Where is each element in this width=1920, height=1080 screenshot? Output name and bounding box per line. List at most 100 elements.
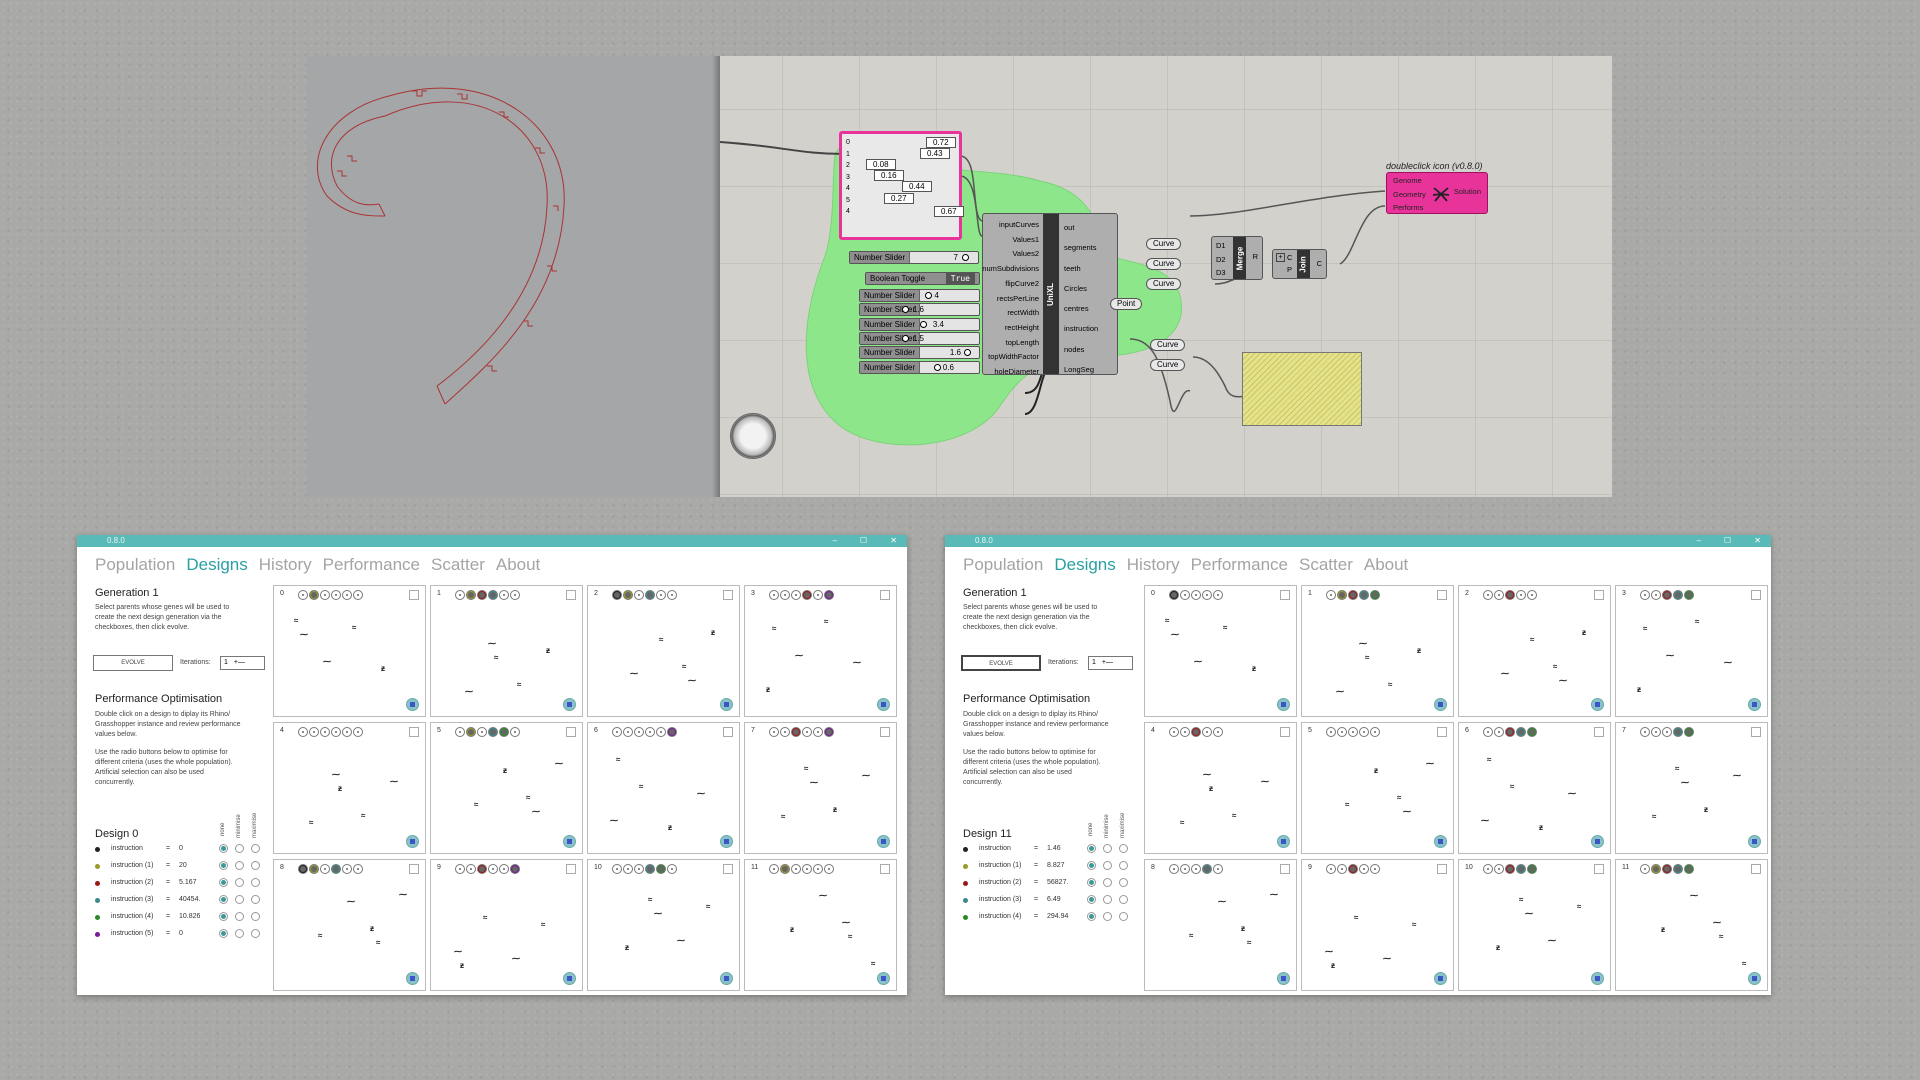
gene-toggle-icon[interactable] (769, 727, 779, 737)
gene-toggle-icon[interactable] (791, 864, 801, 874)
gene-toggle-icon[interactable] (1337, 727, 1347, 737)
radio-maximise[interactable] (1119, 844, 1128, 853)
gene-toggle-icon[interactable] (645, 727, 655, 737)
display-design-icon[interactable] (1277, 972, 1290, 985)
design-cell[interactable]: 9 ⁓ ≈ ⁓ ≈ ᵶ (1301, 859, 1454, 991)
design-cell[interactable]: 11 ⁓ ≈ ᵶ ⁓ ≈ (1615, 859, 1768, 991)
gene-toggle-icon[interactable] (1180, 864, 1190, 874)
display-design-icon[interactable] (1591, 835, 1604, 848)
gene-toggle-icon[interactable] (1213, 727, 1223, 737)
maximize-icon[interactable]: ☐ (1724, 535, 1731, 547)
number-slider-3[interactable]: Number Slider 3.4 (859, 318, 980, 331)
display-design-icon[interactable] (1434, 835, 1447, 848)
select-parent-checkbox[interactable] (1594, 590, 1604, 600)
number-slider-6[interactable]: Number Slider 0.6 (859, 361, 980, 374)
gene-toggle-icon[interactable] (612, 590, 622, 600)
gene-toggle-icon[interactable] (1483, 864, 1493, 874)
tab-about[interactable]: About (1364, 555, 1408, 574)
display-design-icon[interactable] (720, 972, 733, 985)
close-icon[interactable]: ✕ (1754, 535, 1761, 547)
gene-toggle-icon[interactable] (1494, 864, 1504, 874)
select-parent-checkbox[interactable] (723, 864, 733, 874)
gene-toggle-icon[interactable] (802, 590, 812, 600)
gene-toggle-icon[interactable] (1191, 590, 1201, 600)
gene-toggle-icon[interactable] (1169, 727, 1179, 737)
select-parent-checkbox[interactable] (566, 590, 576, 600)
design-cell[interactable]: 1 ⁓ ≈ ᵶ ⁓ ≈ (430, 585, 583, 717)
iterations-stepper[interactable]: 1 +— (1088, 656, 1133, 670)
merge-component[interactable]: D1 D2 D3 Merge R (1211, 236, 1263, 280)
gene-toggle-icon[interactable] (1662, 727, 1672, 737)
gene-toggle-icon[interactable] (1494, 590, 1504, 600)
select-parent-checkbox[interactable] (1280, 590, 1290, 600)
gene-toggle-icon[interactable] (342, 727, 352, 737)
gene-toggle-icon[interactable] (769, 864, 779, 874)
radio-maximise[interactable] (251, 878, 260, 887)
display-design-icon[interactable] (1277, 698, 1290, 711)
gene-toggle-icon[interactable] (1348, 727, 1358, 737)
select-parent-checkbox[interactable] (723, 727, 733, 737)
gene-toggle-icon[interactable] (455, 590, 465, 600)
gene-toggle-icon[interactable] (499, 590, 509, 600)
tab-scatter[interactable]: Scatter (431, 555, 485, 574)
design-cell[interactable]: 10 ≈ ⁓ ≈ ᵶ ⁓ (587, 859, 740, 991)
select-parent-checkbox[interactable] (409, 727, 419, 737)
gene-toggle-icon[interactable] (331, 590, 341, 600)
gene-toggle-icon[interactable] (1494, 727, 1504, 737)
gene-toggle-icon[interactable] (1326, 590, 1336, 600)
radio-none[interactable] (1087, 895, 1096, 904)
select-parent-checkbox[interactable] (1437, 864, 1447, 874)
gene-toggle-icon[interactable] (1169, 864, 1179, 874)
slider-knob[interactable] (934, 364, 941, 371)
curve-param[interactable]: Curve (1146, 278, 1182, 290)
tab-designs[interactable]: Designs (186, 555, 247, 574)
select-parent-checkbox[interactable] (566, 727, 576, 737)
gene-toggle-icon[interactable] (1359, 727, 1369, 737)
design-cell[interactable]: 4 ⁓ ≈ ⁓ ≈ ᵶ (273, 722, 426, 854)
design-cell[interactable]: 2 ≈ ᵶ ⁓ ≈ ⁓ (587, 585, 740, 717)
radio-minimise[interactable] (1103, 878, 1112, 887)
gene-toggle-icon[interactable] (656, 864, 666, 874)
select-parent-checkbox[interactable] (409, 590, 419, 600)
gene-toggle-icon[interactable] (1202, 727, 1212, 737)
gene-toggle-icon[interactable] (1684, 727, 1694, 737)
display-design-icon[interactable] (720, 698, 733, 711)
radio-maximise[interactable] (251, 929, 260, 938)
gene-toggle-icon[interactable] (477, 864, 487, 874)
gene-toggle-icon[interactable] (1337, 590, 1347, 600)
design-cell[interactable]: 5 ≈ ⁓ ≈ ᵶ ⁓ (430, 722, 583, 854)
display-design-icon[interactable] (1434, 972, 1447, 985)
gene-toggle-icon[interactable] (1505, 590, 1515, 600)
gene-toggle-icon[interactable] (1326, 864, 1336, 874)
design-cell[interactable]: 6 ⁓ ≈ ᵶ ⁓ ≈ (1458, 722, 1611, 854)
design-cell[interactable]: 5 ≈ ⁓ ≈ ᵶ ⁓ (1301, 722, 1454, 854)
radio-minimise[interactable] (1103, 912, 1112, 921)
gene-toggle-icon[interactable] (656, 590, 666, 600)
gene-toggle-icon[interactable] (510, 864, 520, 874)
gene-toggle-icon[interactable] (824, 727, 834, 737)
gene-toggle-icon[interactable] (466, 864, 476, 874)
gene-toggle-icon[interactable] (1213, 864, 1223, 874)
radio-maximise[interactable] (1119, 861, 1128, 870)
radio-minimise[interactable] (1103, 861, 1112, 870)
maximize-icon[interactable]: ☐ (860, 535, 867, 547)
close-icon[interactable]: ✕ (890, 535, 897, 547)
gene-toggle-icon[interactable] (1337, 864, 1347, 874)
slider-knob[interactable] (920, 321, 927, 328)
radio-minimise[interactable] (235, 844, 244, 853)
gene-toggle-icon[interactable] (645, 864, 655, 874)
gene-toggle-icon[interactable] (331, 864, 341, 874)
gene-toggle-icon[interactable] (1527, 590, 1537, 600)
tab-performance[interactable]: Performance (323, 555, 420, 574)
radio-maximise[interactable] (1119, 895, 1128, 904)
tab-performance[interactable]: Performance (1191, 555, 1288, 574)
gene-toggle-icon[interactable] (780, 590, 790, 600)
gene-toggle-icon[interactable] (1516, 864, 1526, 874)
gene-toggle-icon[interactable] (455, 864, 465, 874)
select-parent-checkbox[interactable] (1751, 864, 1761, 874)
display-design-icon[interactable] (1591, 972, 1604, 985)
radio-minimise[interactable] (235, 878, 244, 887)
design-cell[interactable]: 0 ≈ ⁓ ≈ ᵶ ⁓ (273, 585, 426, 717)
curve-param[interactable]: Curve (1150, 339, 1186, 351)
gene-toggle-icon[interactable] (309, 590, 319, 600)
